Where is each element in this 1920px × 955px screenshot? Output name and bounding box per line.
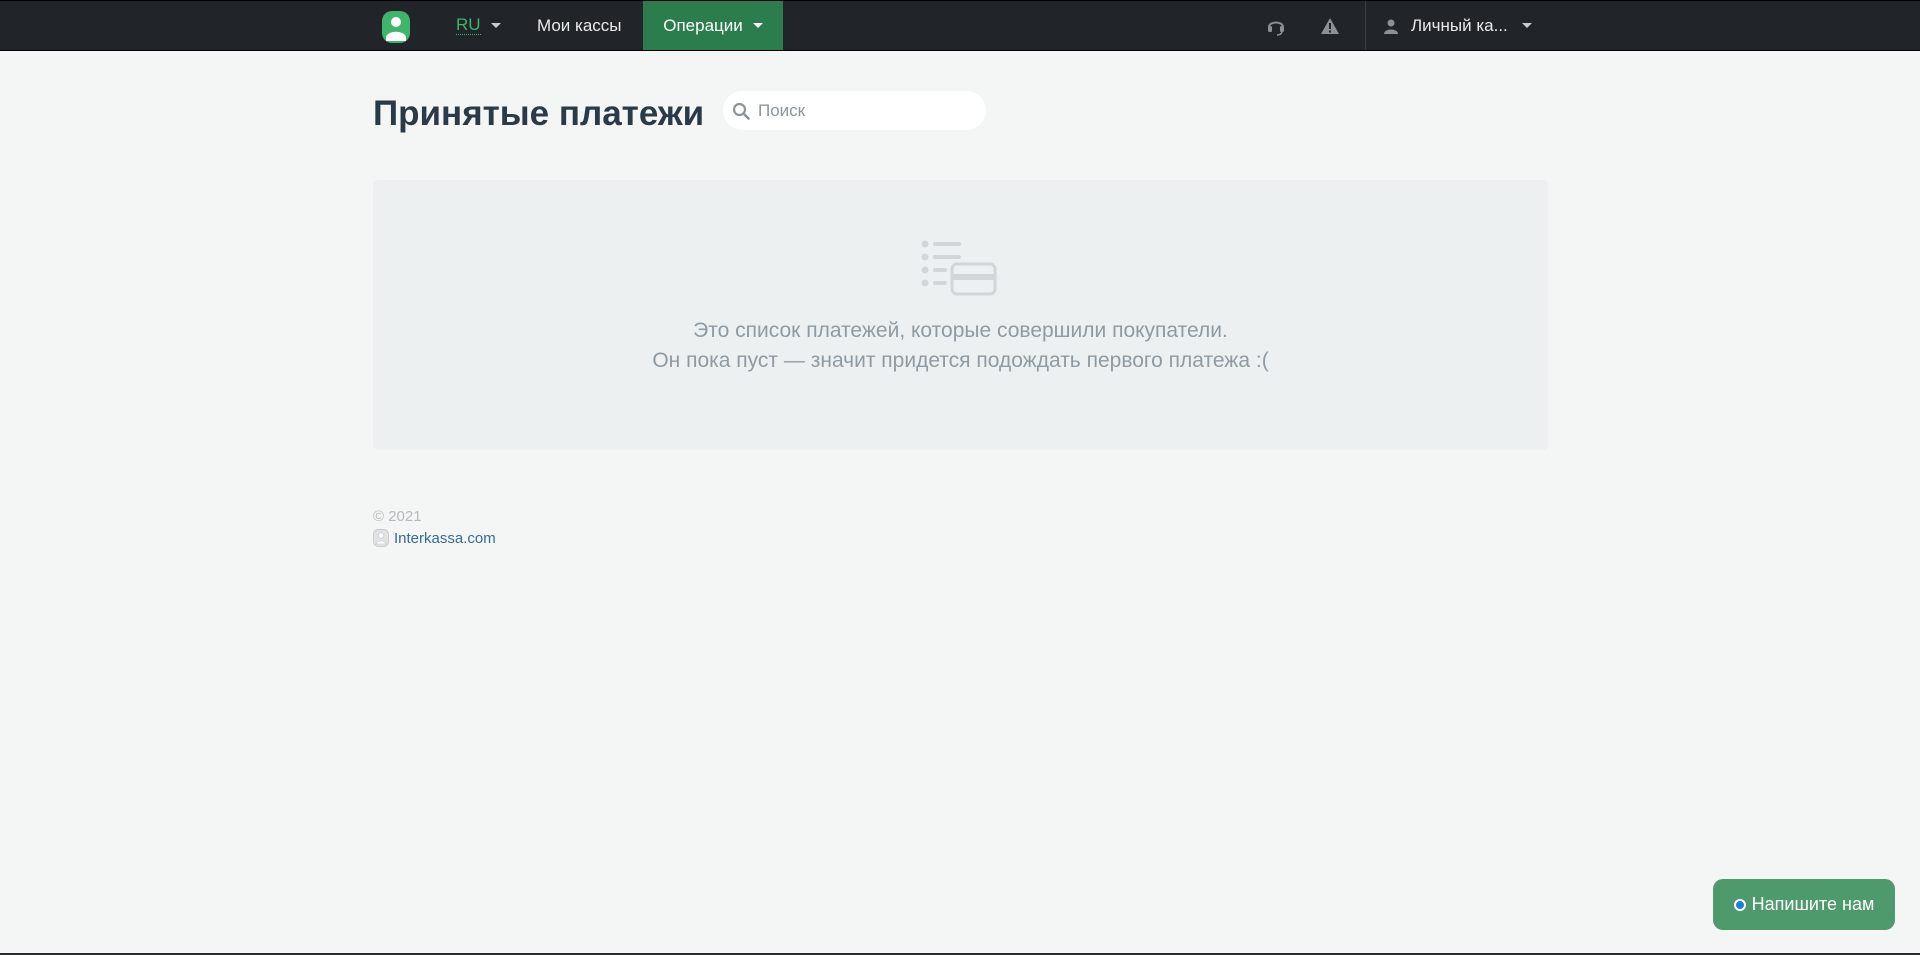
chevron-down-icon [752,23,763,28]
interkassa-logo-icon [373,529,389,547]
navbar-inner: RU Мои кассы Операции Личный ка... [373,1,1547,50]
language-label: RU [456,15,481,35]
user-icon [1384,19,1398,34]
empty-state-text-1: Это список платежей, которые совершили п… [693,319,1228,342]
footer-interkassa-link[interactable]: Interkassa.com [394,530,496,547]
footer-copyright: © 2021 [373,508,422,525]
top-navbar: RU Мои кассы Операции Личный ка... [0,0,1920,51]
nav-operations-label: Операции [663,15,743,35]
nav-operations[interactable]: Операции [643,1,783,50]
page-title: Принятые платежи [373,94,705,133]
search-box[interactable] [723,91,986,130]
headset-icon[interactable] [1266,16,1286,36]
chat-write-us-button[interactable]: Напишите нам [1713,879,1895,930]
footer-brand: Interkassa.com [373,529,496,547]
nav-my-kassy[interactable]: Мои кассы [537,1,622,50]
chevron-down-icon [490,23,501,28]
list-card-icon [921,240,1001,300]
chat-button-label: Напишите нам [1751,894,1875,914]
empty-state-panel: Это список платежей, которые совершили п… [373,180,1548,450]
chevron-down-icon [1521,23,1532,28]
search-input[interactable] [756,99,976,122]
search-icon [732,102,750,120]
account-menu[interactable]: Личный ка... [1383,1,1532,50]
chat-status-icon [1733,898,1746,911]
warning-icon[interactable] [1320,16,1340,36]
interkassa-logo-icon[interactable] [381,11,411,43]
language-selector[interactable]: RU [456,1,501,50]
nav-my-kassy-label: Мои кассы [537,15,622,35]
account-label: Личный ка... [1411,15,1508,35]
empty-state-text-2: Он пока пуст — значит придется подождать… [652,349,1269,372]
navbar-divider [1365,1,1366,50]
